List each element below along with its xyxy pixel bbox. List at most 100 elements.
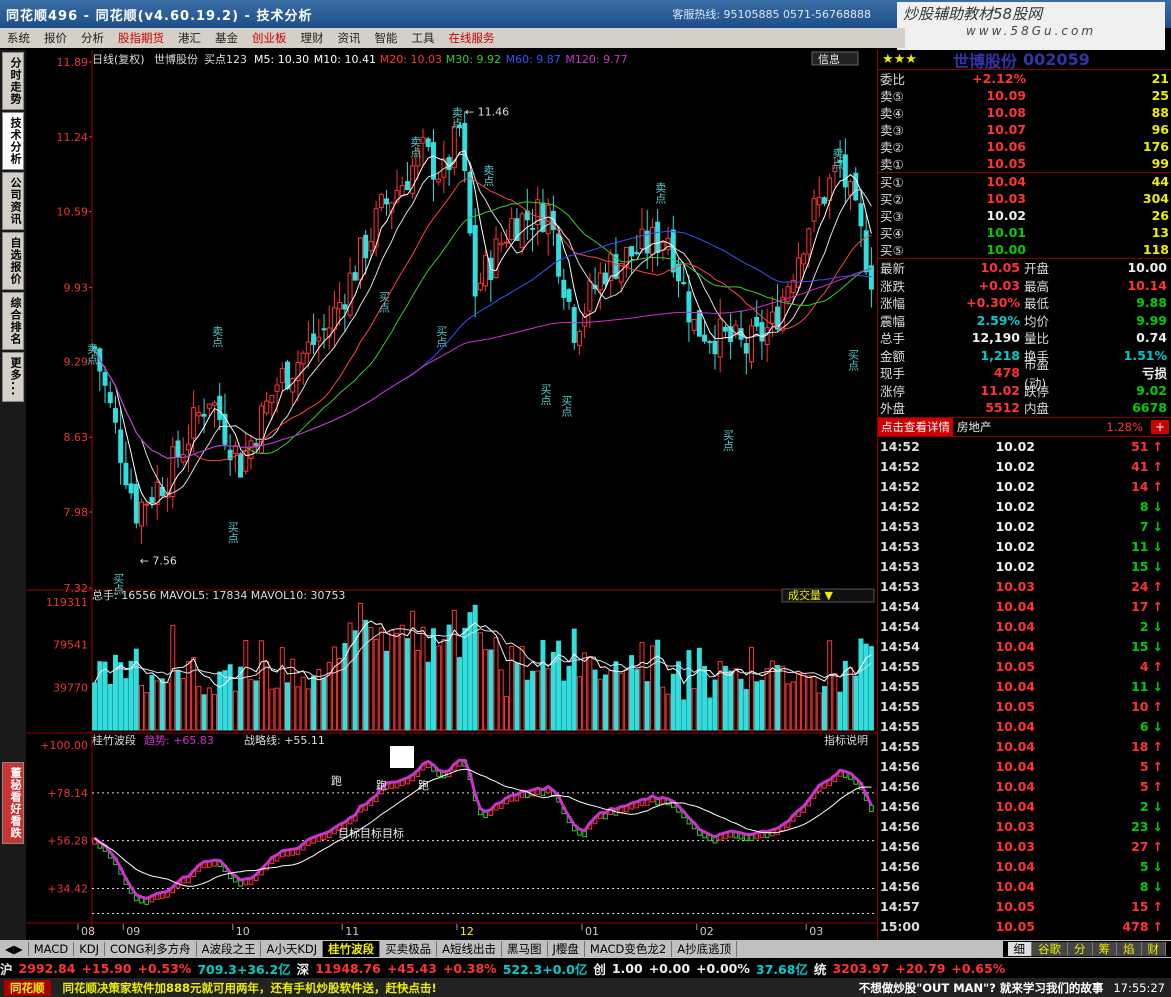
ask-row[interactable]: 卖④ 10.08 88 xyxy=(878,104,1171,121)
indicator-tab-4[interactable]: A小天KDJ xyxy=(261,941,324,957)
indicator-tab-5[interactable]: 桂竹波段 xyxy=(323,941,381,957)
volume-bar xyxy=(337,657,343,731)
tick-row[interactable]: 14:55 10.04 11 ↓ xyxy=(878,677,1171,697)
side-tab-3[interactable]: 自选报价 xyxy=(2,232,24,290)
ask-row[interactable]: 卖② 10.06 176 xyxy=(878,138,1171,155)
menu-item-8[interactable]: 资讯 xyxy=(331,30,368,46)
volume-bar xyxy=(430,628,436,731)
tick-row[interactable]: 14:56 10.03 23 ↓ xyxy=(878,817,1171,837)
panel-tab-5[interactable]: 财 xyxy=(1141,942,1166,956)
tick-row[interactable]: 14:56 10.04 5 ↓ xyxy=(878,857,1171,877)
tick-row[interactable]: 14:53 10.02 7 ↓ xyxy=(878,517,1171,537)
tick-row[interactable]: 14:54 10.04 2 ↓ xyxy=(878,617,1171,637)
candle-body xyxy=(498,242,504,246)
indicator-tab-2[interactable]: CONG利多方舟 xyxy=(105,941,197,957)
ad-text-2[interactable]: 不想做炒股"OUT MAN"? 就来学习我们的故事 xyxy=(859,980,1104,996)
tick-row[interactable]: 14:53 10.02 11 ↓ xyxy=(878,537,1171,557)
menu-item-7[interactable]: 理财 xyxy=(294,30,331,46)
indicator-tab-3[interactable]: A波段之王 xyxy=(197,941,262,957)
tick-row[interactable]: 14:57 10.05 15 ↑ xyxy=(878,897,1171,917)
side-tab-4[interactable]: 综合排名 xyxy=(2,292,24,350)
menu-item-2[interactable]: 分析 xyxy=(74,30,111,46)
tick-row[interactable]: 14:52 10.02 14 ↑ xyxy=(878,477,1171,497)
indicator-tab-11[interactable]: A抄底逃顶 xyxy=(672,941,738,957)
indicator-tab-0[interactable]: MACD xyxy=(29,942,75,956)
tick-row[interactable]: 14:52 10.02 51 ↑ xyxy=(878,437,1171,457)
indicator-tab-7[interactable]: A短线出击 xyxy=(437,941,502,957)
tick-price: 10.04 xyxy=(995,859,1035,874)
indicator-tab-6[interactable]: 买卖极品 xyxy=(380,941,438,957)
volume-bar xyxy=(269,688,275,731)
menu-item-3[interactable]: 股指期货 xyxy=(111,30,171,46)
bid-row[interactable]: 买⑤ 10.00 118 xyxy=(878,241,1171,258)
index-item: 522.3+0.0亿 xyxy=(502,961,588,977)
volume-bar xyxy=(451,610,457,731)
tick-row[interactable]: 14:56 10.03 27 ↑ xyxy=(878,837,1171,857)
panel-tab-0[interactable]: 细 xyxy=(1007,942,1032,956)
ask-row[interactable]: 卖① 10.05 99 xyxy=(878,155,1171,172)
menu-item-1[interactable]: 报价 xyxy=(37,30,74,46)
chart-area[interactable]: 日线(复权) 世博股份 买点123 M5: 10.30 M10: 10.41 M20: 1… xyxy=(26,50,876,940)
ma-label: M20: 10.03 xyxy=(380,53,442,66)
candle-body xyxy=(571,307,577,343)
panel-tab-1[interactable]: 谷歌 xyxy=(1032,942,1068,956)
tick-row[interactable]: 14:56 10.04 5 ↑ xyxy=(878,757,1171,777)
side-tab-5[interactable]: 更多... xyxy=(2,352,24,402)
detail-button[interactable]: 点击查看详情 xyxy=(878,417,953,436)
index-item: 3203.97 xyxy=(832,960,890,976)
stat-row: 外盘 5512 内盘 6678 xyxy=(878,399,1171,417)
tick-row[interactable]: 14:54 10.04 17 ↑ xyxy=(878,597,1171,617)
tick-row[interactable]: 14:55 10.04 18 ↑ xyxy=(878,737,1171,757)
bid-row[interactable]: 买④ 10.01 13 xyxy=(878,224,1171,241)
side-tab-board-secretary[interactable]: 董秘看好看跌 xyxy=(2,761,24,844)
tick-row[interactable]: 14:56 10.04 8 ↓ xyxy=(878,877,1171,897)
bid-row[interactable]: 买① 10.04 44 xyxy=(878,173,1171,190)
side-tab-2[interactable]: 公司资讯 xyxy=(2,172,24,230)
ask-row[interactable]: 卖⑤ 10.09 25 xyxy=(878,87,1171,104)
menu-item-10[interactable]: 工具 xyxy=(405,30,442,46)
menu-item-4[interactable]: 港汇 xyxy=(171,30,208,46)
panel-tab-4[interactable]: 焰 xyxy=(1117,942,1142,956)
volume-bar xyxy=(441,638,447,731)
tick-row[interactable]: 14:55 10.05 10 ↑ xyxy=(878,697,1171,717)
tick-row[interactable]: 14:56 10.04 5 ↑ xyxy=(878,777,1171,797)
menu-item-9[interactable]: 智能 xyxy=(368,30,405,46)
indicator-tab-8[interactable]: 黑马图 xyxy=(502,941,548,957)
plus-icon[interactable]: + xyxy=(1150,419,1169,434)
arrow-up-icon: ↑ xyxy=(1152,459,1163,474)
indicator-tab-9[interactable]: J樱盘 xyxy=(548,941,585,957)
panel-tab-3[interactable]: 筹 xyxy=(1092,942,1117,956)
bid-row[interactable]: 买② 10.03 304 xyxy=(878,190,1171,207)
menu-item-6[interactable]: 创业板 xyxy=(245,30,294,46)
buy-signal: 买点 xyxy=(722,429,735,452)
side-tab-0[interactable]: 分时走势 xyxy=(2,52,24,110)
indicator-tab-1[interactable]: KDJ xyxy=(74,942,105,956)
tick-row[interactable]: 14:52 10.02 8 ↓ xyxy=(878,497,1171,517)
ask-row[interactable]: 卖③ 10.07 96 xyxy=(878,121,1171,138)
sector-name[interactable]: 房地产 xyxy=(957,419,992,435)
tick-price: 10.04 xyxy=(995,799,1035,814)
tick-row[interactable]: 14:56 10.04 2 ↓ xyxy=(878,797,1171,817)
menu-item-11[interactable]: 在线服务 xyxy=(442,30,502,46)
indicator-help[interactable]: 指标说明 xyxy=(824,733,868,747)
tick-row[interactable]: 14:53 10.03 24 ↑ xyxy=(878,577,1171,597)
tick-list[interactable]: 14:52 10.02 51 ↑ 14:52 10.02 41 ↑ 14:52 10.02 14… xyxy=(878,437,1171,937)
tick-row[interactable]: 14:54 10.04 15 ↓ xyxy=(878,637,1171,657)
bid-row[interactable]: 买③ 10.02 26 xyxy=(878,207,1171,224)
menu-item-0[interactable]: 系统 xyxy=(0,30,37,46)
indicator-tab-10[interactable]: MACD变色龙2 xyxy=(585,941,673,957)
sector-change: 1.28% xyxy=(1106,419,1143,434)
tick-row[interactable]: 14:55 10.04 6 ↓ xyxy=(878,717,1171,737)
menu-item-5[interactable]: 基金 xyxy=(208,30,245,46)
panel-tab-2[interactable]: 分 xyxy=(1068,942,1093,956)
ad-text-1[interactable]: 同花顺决策家软件加888元就可用两年，还有手机炒股软件送，赶快点击! xyxy=(63,980,437,996)
tick-row[interactable]: 15:00 10.05 478 ↑ xyxy=(878,917,1171,937)
tick-row[interactable]: 14:53 10.02 15 ↓ xyxy=(878,557,1171,577)
tick-row[interactable]: 14:52 10.02 41 ↑ xyxy=(878,457,1171,477)
kline-chart[interactable]: 日线(复权) 世博股份 买点123 M5: 10.30 M10: 10.41 M20: 1… xyxy=(26,50,876,940)
volume-bar xyxy=(118,662,124,731)
tab-scroll-icon[interactable]: ◀▶ xyxy=(0,942,29,956)
brand-label[interactable]: 同花顺 xyxy=(4,979,51,996)
side-tab-1[interactable]: 技术分析 xyxy=(2,112,24,170)
tick-row[interactable]: 14:55 10.05 4 ↑ xyxy=(878,657,1171,677)
